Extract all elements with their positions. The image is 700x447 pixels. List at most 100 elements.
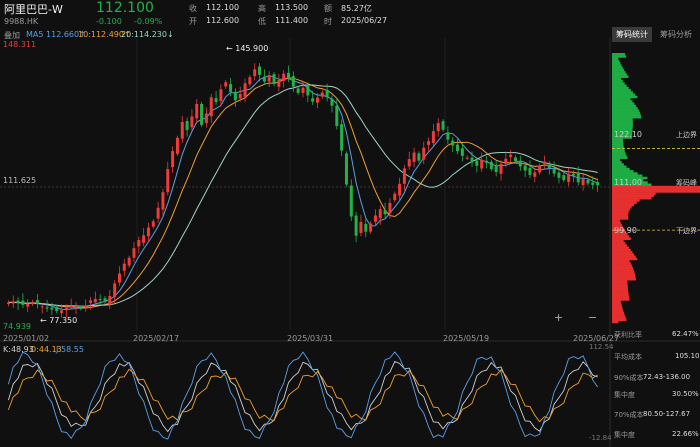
chip-bar-76 [612, 149, 625, 153]
chip-bar-115 [612, 62, 621, 65]
candle-body-51 [253, 69, 257, 77]
candle-body-8 [45, 307, 49, 309]
chip-bar-59 [612, 188, 700, 191]
osc-bottom-label: -12.84 [589, 434, 612, 442]
candle-body-21 [108, 296, 112, 305]
y-axis-top: 148.311 [3, 40, 37, 49]
candle-body-122 [596, 182, 600, 186]
chip-bar-22 [612, 271, 635, 274]
conc90-value: 30.50% [672, 390, 699, 398]
chip-bar-15 [612, 287, 628, 290]
chip-bar-52 [612, 203, 634, 207]
chip-bar-69 [612, 165, 627, 168]
chip-upper-value: 122.10 [614, 130, 642, 139]
candle-body-49 [243, 83, 247, 97]
chip-bar-96 [612, 104, 637, 108]
avg-cost-value: 105.10 [675, 352, 700, 360]
candle-body-106 [518, 161, 522, 167]
chip-bar-26 [612, 262, 631, 265]
candle-body-77 [378, 209, 382, 219]
candle-body-90 [441, 121, 445, 130]
candle-body-87 [427, 141, 431, 145]
candle-body-34 [171, 151, 175, 168]
candle-body-73 [359, 222, 363, 233]
candle-body-5 [31, 301, 35, 304]
candle-body-75 [369, 223, 373, 232]
candle-body-109 [533, 172, 537, 177]
chip-bar-49 [612, 210, 629, 213]
candle-body-44 [219, 89, 223, 102]
chip-bar-103 [612, 89, 631, 92]
candle-body-64 [315, 97, 319, 103]
candle-body-82 [402, 168, 406, 184]
candle-body-37 [185, 121, 189, 131]
candle-body-78 [383, 210, 387, 215]
chip-bar-91 [612, 116, 642, 119]
candle-body-117 [571, 173, 575, 176]
candle-body-22 [113, 283, 117, 297]
candle-body-23 [117, 273, 121, 283]
candle-body-4 [26, 303, 30, 307]
chip-bar-107 [612, 80, 623, 83]
chip-bar-55 [612, 197, 652, 200]
chip-peak-label: 筹码峰 [676, 179, 697, 187]
d-line [7, 368, 598, 423]
chip-bar-45 [612, 219, 620, 222]
chip-bar-4 [612, 311, 624, 315]
candle-body-97 [475, 160, 479, 166]
conc70-value: 22.66% [672, 430, 699, 438]
chip-bar-35 [612, 242, 626, 245]
candle-body-38 [190, 116, 194, 128]
zoom-in-button[interactable]: + [554, 311, 563, 324]
chip-bar-95 [612, 107, 638, 110]
conc70-label: 集中度 [614, 431, 635, 439]
chip-bar-12 [612, 293, 629, 297]
candle-body-66 [325, 89, 329, 97]
candle-body-7 [40, 306, 44, 308]
candle-body-70 [344, 153, 348, 185]
candle-body-10 [55, 306, 59, 312]
chip-bar-74 [612, 154, 627, 157]
candle-body-116 [567, 173, 571, 182]
j-line [7, 351, 598, 440]
avg-cost-label: 平均成本 [614, 353, 642, 361]
candle-body-93 [456, 144, 460, 152]
ma20-line [8, 84, 598, 307]
chip-bar-7 [612, 305, 622, 308]
candle-body-112 [547, 164, 551, 168]
candle-body-24 [122, 263, 126, 271]
candle-body-91 [446, 132, 450, 140]
chip-lower-value: 99.90 [614, 226, 637, 235]
candle-body-36 [180, 121, 184, 139]
candle-body-69 [340, 124, 344, 151]
candle-body-94 [460, 148, 464, 156]
candle-body-55 [272, 74, 276, 85]
chip-bar-20 [612, 275, 636, 279]
candle-body-108 [528, 167, 532, 175]
chip-bar-33 [612, 246, 629, 249]
candle-body-61 [301, 87, 305, 93]
candle-body-121 [591, 182, 595, 185]
candle-body-92 [451, 140, 455, 146]
x-tick-4: 2025/05/19 [443, 334, 490, 343]
zoom-out-button[interactable]: − [588, 311, 597, 324]
candle-body-118 [576, 173, 580, 183]
chip-bar-31 [612, 251, 633, 254]
candlestick-chart[interactable] [0, 0, 700, 447]
candle-body-14 [74, 307, 78, 309]
chip-bar-113 [612, 66, 623, 69]
chip-bar-66 [612, 172, 638, 175]
candle-body-110 [538, 165, 542, 173]
chip-bar-101 [612, 93, 636, 96]
candle-body-115 [562, 175, 566, 181]
chip-bar-50 [612, 208, 630, 211]
chip-bar-16 [612, 284, 628, 288]
chip-bar-2 [612, 316, 626, 319]
candle-body-101 [494, 166, 498, 173]
chip-bar-97 [612, 102, 635, 105]
chip-bar-0 [612, 320, 619, 324]
candle-body-53 [262, 76, 266, 82]
candle-body-71 [349, 185, 353, 217]
chip-bar-28 [612, 257, 638, 261]
candle-body-98 [480, 159, 484, 169]
